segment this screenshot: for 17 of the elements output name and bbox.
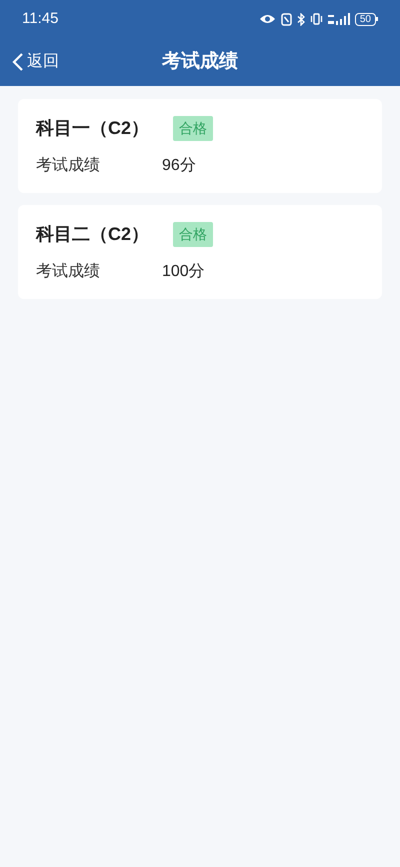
score-label: 考试成绩	[36, 156, 101, 176]
battery-indicator: 50	[354, 12, 378, 26]
status-badge: 合格	[173, 116, 214, 141]
status-badge: 合格	[173, 222, 214, 247]
score-value: 100分	[162, 262, 205, 282]
score-label: 考试成绩	[36, 262, 101, 282]
score-value: 96分	[162, 156, 196, 176]
signal-icon	[328, 13, 350, 25]
subject-title: 科目一（C2）	[36, 117, 150, 140]
status-time: 11:45	[22, 8, 58, 29]
bluetooth-icon	[296, 12, 305, 26]
chevron-left-icon	[12, 52, 24, 72]
page-title: 考试成绩	[162, 50, 238, 74]
subject-title: 科目二（C2）	[36, 223, 150, 246]
back-button[interactable]: 返回	[12, 50, 59, 74]
eye-icon	[258, 13, 276, 25]
vibrate-icon	[310, 13, 323, 25]
